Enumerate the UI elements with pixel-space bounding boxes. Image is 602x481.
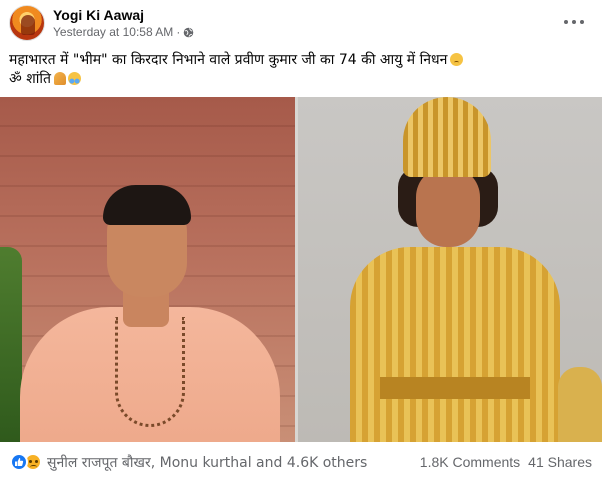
like-reaction-icon (10, 453, 28, 471)
crying-face-icon (67, 72, 81, 85)
caption-line-1: महाभारत में "भीम" का किरदार निभाने वाले … (9, 51, 594, 70)
sad-face-icon (450, 53, 464, 66)
more-options-icon[interactable] (564, 14, 584, 30)
caption-line-2: ॐ शांति (9, 70, 594, 89)
comments-count[interactable]: 1.8K Comments (420, 454, 520, 470)
photo-right-costume (298, 97, 602, 442)
reactions-summary[interactable]: सुनील राजपूत बौखर, Monu kurthal and 4.6K… (10, 452, 367, 472)
globe-icon[interactable] (183, 27, 194, 38)
reaction-names[interactable]: सुनील राजपूत बौखर, Monu kurthal and 4.6K… (47, 453, 367, 472)
post-header: Yogi Ki Aawaj Yesterday at 10:58 AM · (0, 0, 602, 44)
author-name[interactable]: Yogi Ki Aawaj (53, 7, 144, 23)
meta-separator: · (176, 25, 181, 39)
shares-count[interactable]: 41 Shares (528, 454, 592, 470)
author-avatar[interactable] (9, 5, 45, 41)
post-timestamp[interactable]: Yesterday at 10:58 AM (53, 25, 173, 39)
post-meta: Yesterday at 10:58 AM · (53, 25, 194, 39)
post-footer: सुनील राजपूत बौखर, Monu kurthal and 4.6K… (0, 442, 602, 481)
facebook-post: Yogi Ki Aawaj Yesterday at 10:58 AM · मह… (0, 0, 602, 481)
post-caption: महाभारत में "भीम" का किरदार निभाने वाले … (9, 51, 594, 89)
post-photo[interactable] (0, 97, 602, 442)
photo-left-portrait (0, 97, 295, 442)
engagement-counts: 1.8K Comments 41 Shares (420, 454, 592, 470)
caption-text-1: महाभारत में "भीम" का किरदार निभाने वाले … (9, 52, 448, 68)
caption-text-2: ॐ शांति (9, 71, 51, 87)
folded-hands-icon (53, 72, 66, 85)
